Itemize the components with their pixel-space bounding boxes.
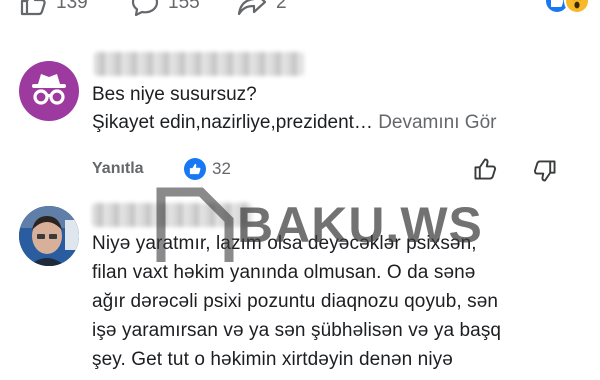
comment-actions: Yanıtla 32 [92, 158, 572, 182]
like-badge-icon [184, 158, 206, 180]
comment-text-line: şey. Get tut o həkimin xirtdəyin denən n… [92, 349, 453, 370]
comment-bubble-icon [131, 0, 159, 17]
reply-button[interactable]: Yanıtla [92, 160, 144, 178]
user-photo [19, 206, 79, 266]
like-count-value: 32 [212, 159, 231, 178]
upvote-button[interactable] [472, 156, 498, 187]
comment-action[interactable]: 155 [130, 0, 200, 18]
see-more-link[interactable]: Devamını Gör [378, 112, 496, 133]
wow-reaction-icon [564, 0, 590, 14]
like-action[interactable]: 139 [18, 0, 88, 18]
comment-like-count[interactable]: 32 [184, 158, 231, 180]
share-action[interactable]: 2 [236, 0, 287, 18]
comment-text-cutoff: ······ [92, 376, 131, 380]
watermark-logo-icon [156, 187, 234, 262]
user-avatar[interactable] [19, 206, 79, 266]
incognito-icon [32, 74, 66, 105]
comment-text-line: işə yaramırsan və ya sən şübhəlisən və y… [92, 320, 502, 341]
watermark: BAKU.WS [155, 186, 482, 266]
share-count: 2 [276, 0, 287, 13]
thumbs-down-outline-icon [533, 160, 556, 182]
post-action-bar: 139 155 2 [0, 0, 600, 20]
comment-text-line: ağır dərəcəli psixi pozuntu diaqnozu qoy… [92, 291, 499, 312]
thumbs-up-outline-icon [474, 158, 497, 180]
blurred-author-name[interactable] [94, 52, 304, 76]
comment-text-line: Şikayet edin,nazirliye,prezident… Devamı… [92, 112, 496, 134]
comment-text: Şikayet edin,nazirliye,prezident… [92, 112, 373, 133]
share-arrow-icon [237, 0, 267, 16]
anonymous-avatar[interactable] [19, 61, 79, 121]
reaction-summary[interactable] [544, 0, 590, 14]
watermark-text: BAKU.WS [237, 197, 483, 253]
like-count: 139 [56, 0, 88, 13]
comment-count: 155 [168, 0, 200, 13]
thumbs-up-icon [20, 0, 46, 16]
downvote-button[interactable] [532, 158, 558, 189]
comment-text-line: Bes niye susursuz? [92, 84, 257, 105]
